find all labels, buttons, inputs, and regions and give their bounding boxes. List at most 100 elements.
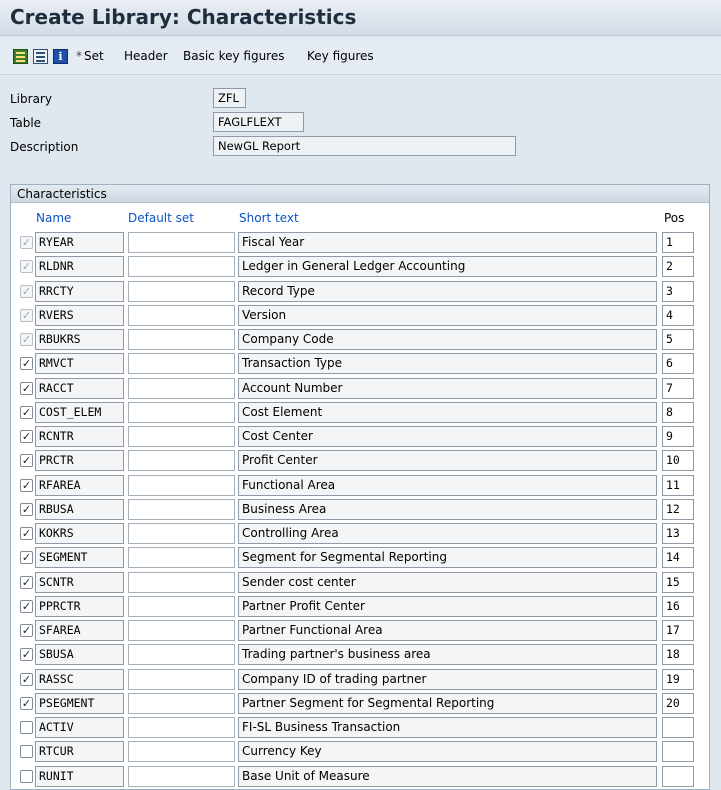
library-field[interactable]: ZFL xyxy=(213,88,246,108)
row-checkbox[interactable]: ✓ xyxy=(20,405,33,419)
row-checkbox[interactable] xyxy=(20,769,33,783)
row-checkbox[interactable]: ✓ xyxy=(20,502,33,516)
position-input[interactable]: 18 xyxy=(662,644,694,666)
display-change-icon[interactable] xyxy=(13,49,28,64)
default-set-input[interactable] xyxy=(128,256,235,278)
column-header-default-set[interactable]: Default set xyxy=(128,211,194,225)
position-input[interactable]: 3 xyxy=(662,280,694,302)
default-set-input[interactable] xyxy=(128,426,235,447)
default-set-input[interactable] xyxy=(128,692,235,714)
row-checkbox: ✓ xyxy=(20,260,33,274)
position-input[interactable] xyxy=(662,741,694,763)
default-set-input[interactable] xyxy=(128,474,235,496)
position-input[interactable]: 4 xyxy=(662,304,694,326)
column-header-short-text[interactable]: Short text xyxy=(239,211,299,225)
table-row: ✓ PSEGMENT Partner Segment for Segmental R… xyxy=(0,691,721,715)
short-text-cell: Transaction Type xyxy=(238,353,657,375)
list-icon[interactable] xyxy=(33,49,48,64)
default-set-input[interactable] xyxy=(128,401,235,423)
table-row: ✓ PRCTR Profit Center 10 xyxy=(0,448,721,472)
default-set-input[interactable] xyxy=(128,523,235,544)
position-input[interactable] xyxy=(662,717,694,738)
row-checkbox[interactable]: ✓ xyxy=(20,454,33,468)
table-row: ✓ PPRCTR Partner Profit Center 16 xyxy=(0,594,721,618)
row-checkbox[interactable]: ✓ xyxy=(20,648,33,662)
row-checkbox[interactable]: ✓ xyxy=(20,357,33,371)
default-set-input[interactable] xyxy=(128,620,235,641)
default-set-input[interactable] xyxy=(128,232,235,253)
short-text-cell: Sender cost center xyxy=(238,571,657,593)
column-header-name[interactable]: Name xyxy=(36,211,71,225)
header-button[interactable]: Header xyxy=(124,48,168,64)
position-input[interactable]: 7 xyxy=(662,377,694,399)
position-input[interactable]: 14 xyxy=(662,547,694,569)
table-row: ✓ RBUKRS Company Code 5 xyxy=(0,327,721,351)
position-input[interactable]: 12 xyxy=(662,498,694,520)
position-input[interactable]: 13 xyxy=(662,523,694,544)
position-input[interactable]: 8 xyxy=(662,401,694,423)
row-checkbox[interactable] xyxy=(20,721,33,734)
title-bar: Create Library: Characteristics xyxy=(0,0,721,36)
default-set-input[interactable] xyxy=(128,377,235,399)
row-checkbox[interactable]: ✓ xyxy=(20,381,33,395)
default-set-input[interactable] xyxy=(128,765,235,787)
short-text-cell: Trading partner's business area xyxy=(238,644,657,666)
position-input[interactable]: 16 xyxy=(662,595,694,617)
row-checkbox[interactable]: ✓ xyxy=(20,527,33,540)
table-row: ✓ RVERS Version 4 xyxy=(0,303,721,327)
key-figures-button[interactable]: Key figures xyxy=(307,48,374,64)
set-button[interactable]: * Set xyxy=(76,48,104,64)
default-set-input[interactable] xyxy=(128,353,235,375)
position-input[interactable] xyxy=(662,765,694,787)
default-set-input[interactable] xyxy=(128,547,235,569)
row-checkbox[interactable] xyxy=(20,745,33,759)
default-set-input[interactable] xyxy=(128,304,235,326)
row-checkbox[interactable]: ✓ xyxy=(20,672,33,686)
short-text-cell: Partner Functional Area xyxy=(238,620,657,641)
default-set-input[interactable] xyxy=(128,595,235,617)
position-input[interactable]: 2 xyxy=(662,256,694,278)
default-set-input[interactable] xyxy=(128,280,235,302)
characteristic-name-cell: SBUSA xyxy=(35,644,124,666)
table-row: ✓ RRCTY Record Type 3 xyxy=(0,279,721,303)
characteristic-name-cell: RFAREA xyxy=(35,474,124,496)
position-input[interactable]: 11 xyxy=(662,474,694,496)
position-input[interactable]: 15 xyxy=(662,571,694,593)
library-label: Library xyxy=(10,92,52,106)
position-input[interactable]: 1 xyxy=(662,232,694,253)
table-field[interactable]: FAGLFLEXT xyxy=(213,112,304,132)
short-text-cell: Segment for Segmental Reporting xyxy=(238,547,657,569)
row-checkbox[interactable]: ✓ xyxy=(20,696,33,710)
short-text-cell: Cost Element xyxy=(238,401,657,423)
row-checkbox[interactable]: ✓ xyxy=(20,551,33,565)
info-icon[interactable]: i xyxy=(53,49,68,64)
position-input[interactable]: 19 xyxy=(662,668,694,690)
default-set-input[interactable] xyxy=(128,668,235,690)
position-input[interactable]: 17 xyxy=(662,620,694,641)
table-row: ACTIV FI-SL Business Transaction xyxy=(0,715,721,739)
default-set-input[interactable] xyxy=(128,741,235,763)
row-checkbox[interactable]: ✓ xyxy=(20,624,33,637)
default-set-input[interactable] xyxy=(128,329,235,350)
position-input[interactable]: 20 xyxy=(662,692,694,714)
default-set-input[interactable] xyxy=(128,644,235,666)
row-checkbox[interactable]: ✓ xyxy=(20,430,33,443)
position-input[interactable]: 6 xyxy=(662,353,694,375)
default-set-input[interactable] xyxy=(128,450,235,472)
position-input[interactable]: 9 xyxy=(662,426,694,447)
basic-key-figures-button[interactable]: Basic key figures xyxy=(183,48,285,64)
position-input[interactable]: 5 xyxy=(662,329,694,350)
characteristic-name-cell: RCNTR xyxy=(35,426,124,447)
row-checkbox[interactable]: ✓ xyxy=(20,478,33,492)
characteristic-name-cell: PSEGMENT xyxy=(35,692,124,714)
row-checkbox: ✓ xyxy=(20,236,33,249)
position-input[interactable]: 10 xyxy=(662,450,694,472)
default-set-input[interactable] xyxy=(128,717,235,738)
description-field[interactable]: NewGL Report xyxy=(213,136,516,156)
row-checkbox[interactable]: ✓ xyxy=(20,599,33,613)
row-checkbox[interactable]: ✓ xyxy=(20,575,33,589)
table-row: ✓ RACCT Account Number 7 xyxy=(0,376,721,400)
default-set-input[interactable] xyxy=(128,571,235,593)
characteristic-name-cell: SEGMENT xyxy=(35,547,124,569)
default-set-input[interactable] xyxy=(128,498,235,520)
